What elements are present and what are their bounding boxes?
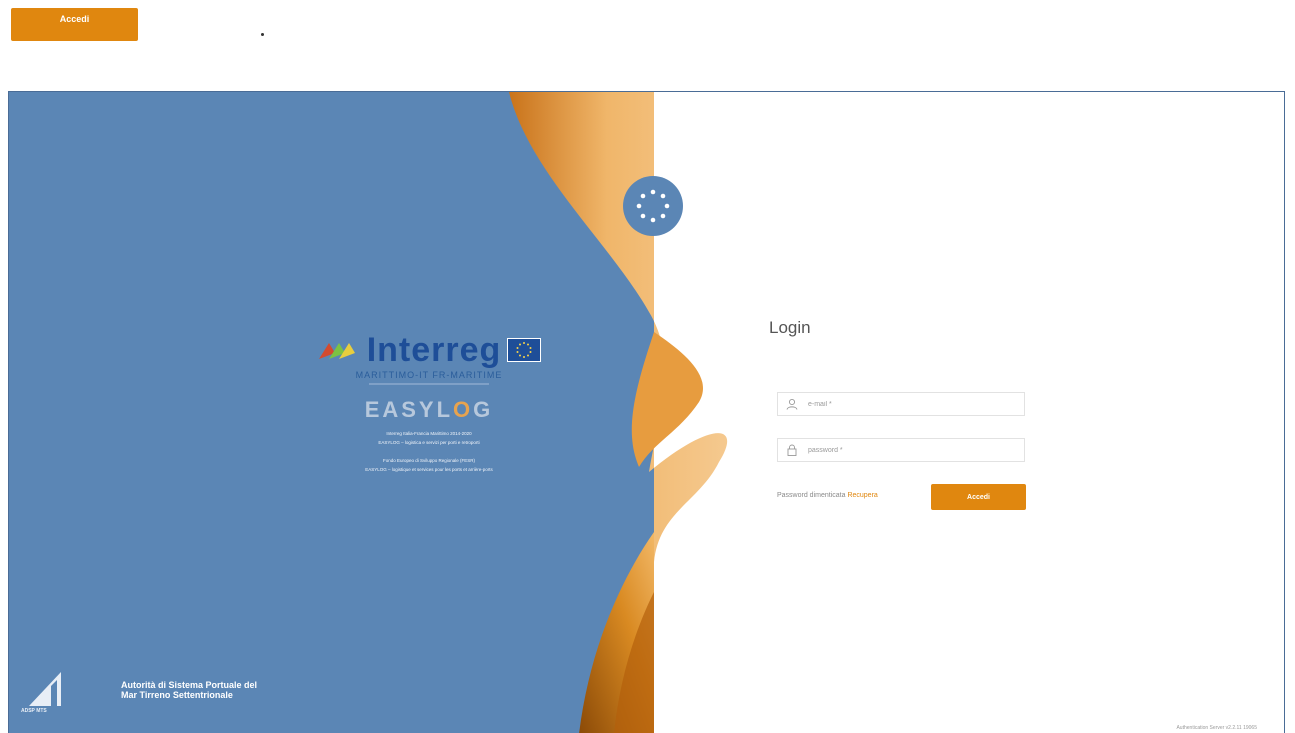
port-mark-label: ADSP MTS: [21, 708, 47, 714]
email-field[interactable]: [777, 392, 1025, 416]
login-submit-button[interactable]: Accedi: [931, 484, 1026, 510]
forgot-password-text: Password dimenticata Recupera: [777, 492, 878, 499]
top-login-button[interactable]: Accedi: [11, 8, 138, 41]
email-input[interactable]: [806, 399, 1010, 409]
interreg-logo-row: Interreg: [269, 332, 589, 368]
interreg-mark-icon: [318, 343, 355, 359]
divider: [369, 383, 489, 385]
port-authority-title: Autorità di Sistema Portuale del Mar Tir…: [121, 680, 258, 700]
easylog-logo: EASYLOG: [364, 397, 494, 422]
password-input[interactable]: [806, 445, 1010, 455]
port-authority-logo: ADSP MTS Autorità di Sistema Portuale de…: [21, 662, 321, 722]
user-icon: [786, 398, 798, 410]
project-description: Interreg Italia-Francia Marittimo 2014-2…: [365, 431, 493, 472]
program-name: MARITTIMO-IT FR-MARITIME: [355, 370, 503, 380]
circle-dots-logo: [623, 176, 683, 236]
lock-icon: [787, 444, 797, 456]
eu-flag-icon: [507, 338, 542, 362]
login-title: Login: [769, 318, 811, 337]
recover-password-link[interactable]: Recupera: [847, 492, 877, 499]
decorative-dot: [261, 33, 264, 36]
login-page-frame: Interreg MARITTIMO-IT FR-MARITIME EASYLO…: [8, 91, 1285, 733]
version-info: Authentication Server v2.2.11 19065: [1176, 725, 1257, 731]
circle-dots-logo-icon: [636, 189, 670, 223]
password-field[interactable]: [777, 438, 1025, 462]
interreg-title: Interreg: [366, 331, 502, 369]
interreg-brand-block: Interreg MARITTIMO-IT FR-MARITIME EASYLO…: [269, 332, 589, 474]
